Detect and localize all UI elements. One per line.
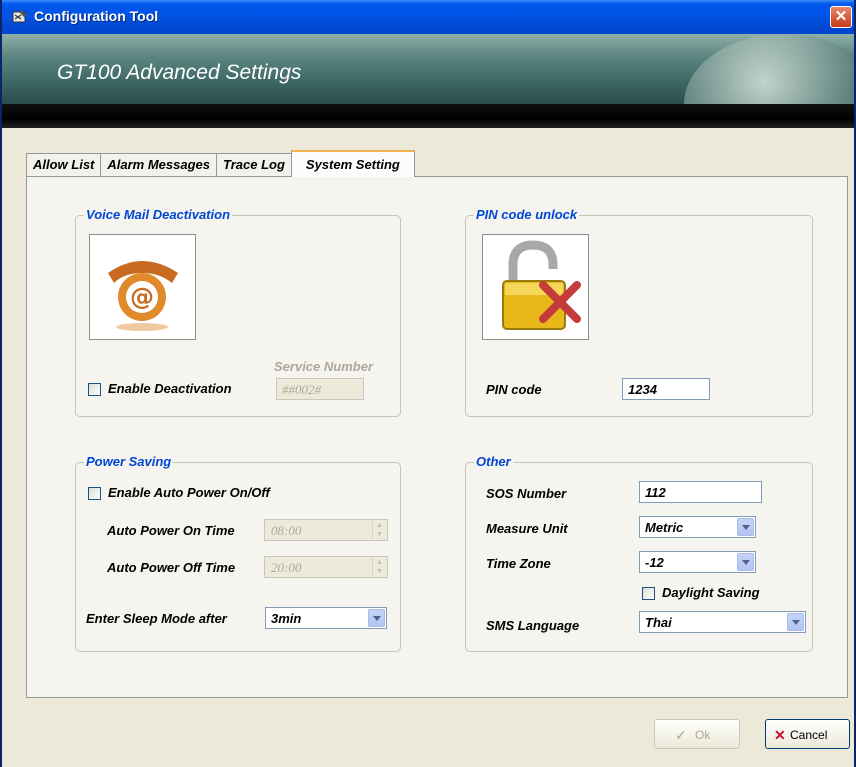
chevron-down-icon[interactable] <box>737 518 754 536</box>
auto-power-off-label: Auto Power Off Time <box>107 560 236 575</box>
system-setting-panel: Voice Mail Deactivation @ Service Number… <box>26 176 848 698</box>
time-zone-select[interactable]: -12 <box>639 551 756 573</box>
time-zone-label: Time Zone <box>486 556 551 571</box>
enable-deactivation-label: Enable Deactivation <box>108 381 232 396</box>
checkmark-icon: ✓ <box>675 727 687 743</box>
sleep-mode-label: Enter Sleep Mode after <box>86 611 227 626</box>
sleep-mode-value: 3min <box>271 611 302 626</box>
tab-alarm-messages[interactable]: Alarm Messages <box>100 153 218 177</box>
service-number-input[interactable]: ##002# <box>276 378 364 400</box>
enable-auto-power-checkbox[interactable] <box>88 487 101 500</box>
enable-deactivation-checkbox[interactable] <box>88 383 101 396</box>
configuration-window: Configuration Tool ✕ GT100 Advanced Sett… <box>0 0 856 767</box>
pin-code-label: PIN code <box>486 382 542 397</box>
tab-strip: Allow List Alarm Messages Trace Log Syst… <box>26 150 415 177</box>
banner-divider <box>2 104 854 128</box>
measure-unit-select[interactable]: Metric <box>639 516 756 538</box>
titlebar: Configuration Tool ✕ <box>2 0 854 34</box>
sms-language-label: SMS Language <box>486 618 580 633</box>
measure-unit-value: Metric <box>645 520 684 535</box>
pin-unlock-image <box>482 234 589 340</box>
phone-at-icon: @ <box>108 261 178 331</box>
voice-mail-group: Voice Mail Deactivation @ Service Number… <box>75 207 401 417</box>
auto-power-off-time[interactable]: 20:00 ▲ ▼ <box>264 556 388 578</box>
voice-mail-image: @ <box>89 234 196 340</box>
spin-up-icon[interactable]: ▲ <box>373 558 386 567</box>
voice-mail-legend: Voice Mail Deactivation <box>84 207 233 222</box>
app-icon <box>12 10 27 23</box>
other-legend: Other <box>474 454 513 469</box>
ok-button[interactable]: ✓ Ok <box>654 719 740 749</box>
service-number-label: Service Number <box>274 359 373 374</box>
ok-label: Ok <box>695 728 711 742</box>
chevron-down-icon[interactable] <box>737 553 754 571</box>
globe-graphic <box>684 34 854 104</box>
banner-title: GT100 Advanced Settings <box>57 61 302 84</box>
padlock-unlocked-icon <box>502 240 581 330</box>
sms-language-value: Thai <box>645 615 672 630</box>
power-saving-legend: Power Saving <box>84 454 174 469</box>
tab-trace-log[interactable]: Trace Log <box>216 153 292 177</box>
auto-power-on-time[interactable]: 08:00 ▲ ▼ <box>264 519 388 541</box>
auto-power-on-label: Auto Power On Time <box>107 523 235 538</box>
spin-down-icon[interactable]: ▼ <box>373 567 386 576</box>
auto-power-on-value: 08:00 <box>271 523 302 538</box>
tab-allow-list[interactable]: Allow List <box>26 153 102 177</box>
other-group: Other SOS Number 112 Measure Unit Metric… <box>465 454 813 652</box>
close-icon: ✕ <box>774 727 786 743</box>
svg-text:@: @ <box>130 283 154 311</box>
chevron-down-icon[interactable] <box>787 613 804 631</box>
cancel-button[interactable]: ✕ Cancel <box>765 719 850 749</box>
header-banner: GT100 Advanced Settings <box>2 34 854 104</box>
time-zone-value: -12 <box>645 555 664 570</box>
enable-auto-power-label: Enable Auto Power On/Off <box>108 485 270 500</box>
window-title: Configuration Tool <box>34 8 159 24</box>
sleep-mode-select[interactable]: 3min <box>265 607 387 629</box>
power-saving-group: Power Saving Enable Auto Power On/Off Au… <box>75 454 401 652</box>
chevron-down-icon[interactable] <box>368 609 385 627</box>
daylight-saving-checkbox[interactable] <box>642 587 655 600</box>
spin-up-icon[interactable]: ▲ <box>373 521 386 530</box>
measure-unit-label: Measure Unit <box>486 521 568 536</box>
spin-buttons[interactable]: ▲ ▼ <box>372 521 386 539</box>
sos-number-input[interactable]: 112 <box>639 481 762 503</box>
spin-buttons[interactable]: ▲ ▼ <box>372 558 386 576</box>
pin-code-legend: PIN code unlock <box>474 207 580 222</box>
tab-system-setting[interactable]: System Setting <box>290 150 415 177</box>
spin-down-icon[interactable]: ▼ <box>373 530 386 539</box>
auto-power-off-value: 20:00 <box>271 560 302 575</box>
cancel-label: Cancel <box>790 728 828 742</box>
daylight-saving-label: Daylight Saving <box>662 585 760 600</box>
pin-code-input[interactable]: 1234 <box>622 378 710 400</box>
sms-language-select[interactable]: Thai <box>639 611 806 633</box>
pin-code-group: PIN code unlock PIN code 1234 <box>465 207 813 417</box>
close-button[interactable]: ✕ <box>830 6 852 28</box>
sos-number-label: SOS Number <box>486 486 567 501</box>
